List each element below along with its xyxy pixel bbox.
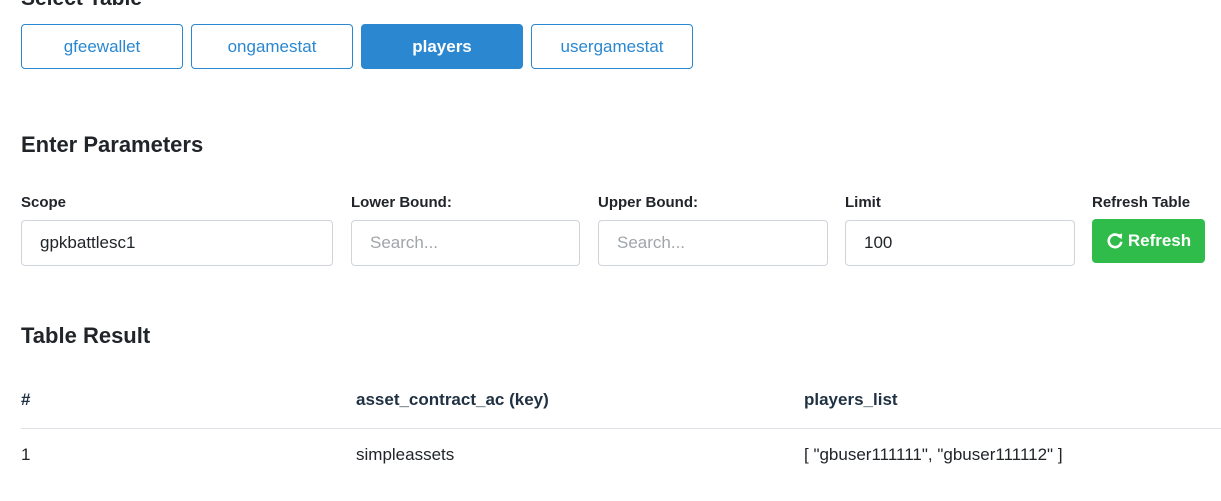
table-header-divider bbox=[21, 428, 1221, 429]
parameters-heading: Enter Parameters bbox=[21, 132, 204, 157]
asset-contract-cell: simpleassets bbox=[356, 445, 455, 464]
column-header-asset-contract: asset_contract_ac (key) bbox=[356, 390, 549, 409]
upper-bound-input[interactable] bbox=[598, 220, 828, 266]
lower-bound-input[interactable] bbox=[351, 220, 580, 266]
column-header-players-list: players_list bbox=[804, 390, 898, 409]
scope-label: Scope bbox=[21, 194, 67, 211]
limit-input[interactable] bbox=[845, 220, 1075, 266]
tab-players[interactable]: players bbox=[361, 24, 523, 69]
tab-usergamestat[interactable]: usergamestat bbox=[531, 24, 693, 69]
table-selector: gfeewallet ongamestat players usergamest… bbox=[21, 24, 693, 69]
refresh-button[interactable]: Refresh bbox=[1092, 219, 1205, 263]
tab-gfeewallet[interactable]: gfeewallet bbox=[21, 24, 183, 69]
refresh-button-label: Refresh bbox=[1127, 231, 1192, 250]
limit-label: Limit bbox=[845, 194, 881, 211]
column-header-index: # bbox=[21, 390, 31, 409]
table-result-heading: Table Result bbox=[21, 323, 151, 348]
scope-input[interactable] bbox=[21, 220, 333, 266]
tab-ongamestat[interactable]: ongamestat bbox=[191, 24, 353, 69]
lower-bound-label: Lower Bound: bbox=[351, 194, 452, 211]
row-index-cell: 1 bbox=[21, 445, 31, 464]
select-table-heading-cutoff: Select Table bbox=[21, 0, 142, 11]
refresh-table-label: Refresh Table bbox=[1092, 194, 1191, 211]
refresh-icon bbox=[1106, 232, 1124, 250]
upper-bound-label: Upper Bound: bbox=[598, 194, 698, 211]
players-list-cell: [ "gbuser111111", "gbuser111112" ] bbox=[804, 445, 1063, 464]
